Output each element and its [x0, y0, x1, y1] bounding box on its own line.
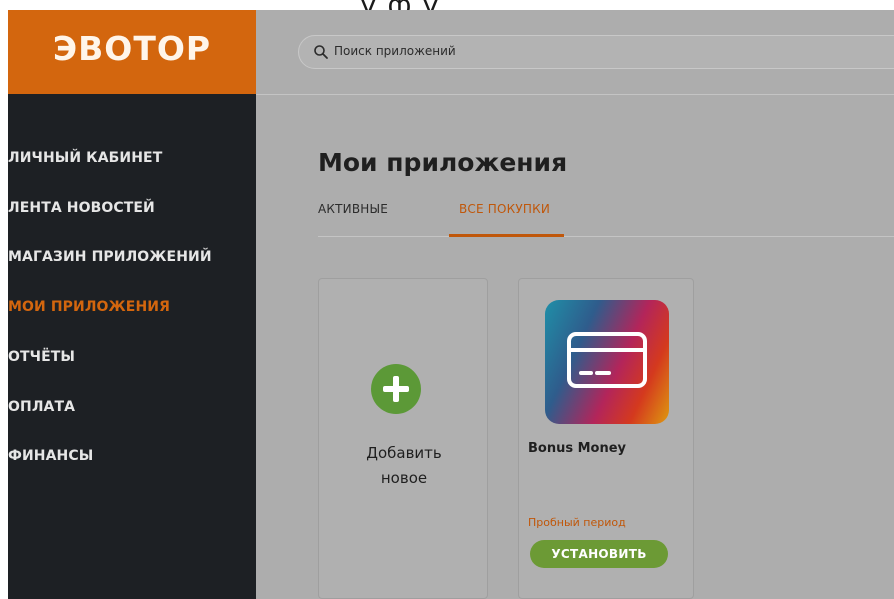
tab-all-purchases[interactable]: ВСЕ ПОКУПКИ	[459, 202, 550, 216]
search-input[interactable]: Поиск приложений	[298, 35, 894, 69]
nav-item-my-apps[interactable]: МОИ ПРИЛОЖЕНИЯ	[8, 299, 170, 315]
header-divider	[256, 94, 894, 95]
nav-item-payment[interactable]: ОПЛАТА	[8, 399, 75, 415]
nav-item-news-feed[interactable]: ЛЕНТА НОВОСТЕЙ	[8, 200, 155, 216]
app-icon[interactable]	[545, 300, 669, 424]
logo-area[interactable]: ЭВОТОР	[8, 10, 256, 94]
app-card-bonus-money[interactable]: Bonus Money Пробный период УСТАНОВИТЬ	[518, 278, 694, 599]
tabs-divider	[318, 236, 894, 237]
nav-item-finances[interactable]: ФИНАНСЫ	[8, 448, 93, 464]
logo: ЭВОТОР	[52, 29, 212, 68]
tab-active-indicator	[449, 234, 564, 237]
add-app-card[interactable]: Добавить новое	[318, 278, 488, 599]
plus-icon[interactable]	[371, 364, 421, 414]
tab-active[interactable]: АКТИВНЫЕ	[318, 202, 388, 216]
main-content: Поиск приложений Мои приложения АКТИВНЫЕ…	[256, 10, 894, 599]
install-button[interactable]: УСТАНОВИТЬ	[530, 540, 668, 568]
app-name: Bonus Money	[528, 441, 627, 456]
add-app-label-line1: Добавить	[366, 444, 442, 462]
search-placeholder: Поиск приложений	[334, 44, 456, 58]
app-window: ЭВОТОР ЛИЧНЫЙ КАБИНЕТ ЛЕНТА НОВОСТЕЙ МАГ…	[8, 10, 894, 599]
trial-status: Пробный период	[528, 516, 626, 529]
add-app-label: Добавить новое	[319, 441, 489, 491]
nav-item-app-store[interactable]: МАГАЗИН ПРИЛОЖЕНИЙ	[8, 249, 212, 265]
sidebar: ЭВОТОР ЛИЧНЫЙ КАБИНЕТ ЛЕНТА НОВОСТЕЙ МАГ…	[8, 10, 256, 599]
search-icon	[314, 45, 328, 59]
credit-card-icon	[567, 332, 647, 388]
nav-item-personal-account[interactable]: ЛИЧНЫЙ КАБИНЕТ	[8, 150, 162, 166]
add-app-label-line2: новое	[380, 469, 428, 487]
page-title: Мои приложения	[318, 148, 568, 177]
nav-item-reports[interactable]: ОТЧЁТЫ	[8, 349, 75, 365]
